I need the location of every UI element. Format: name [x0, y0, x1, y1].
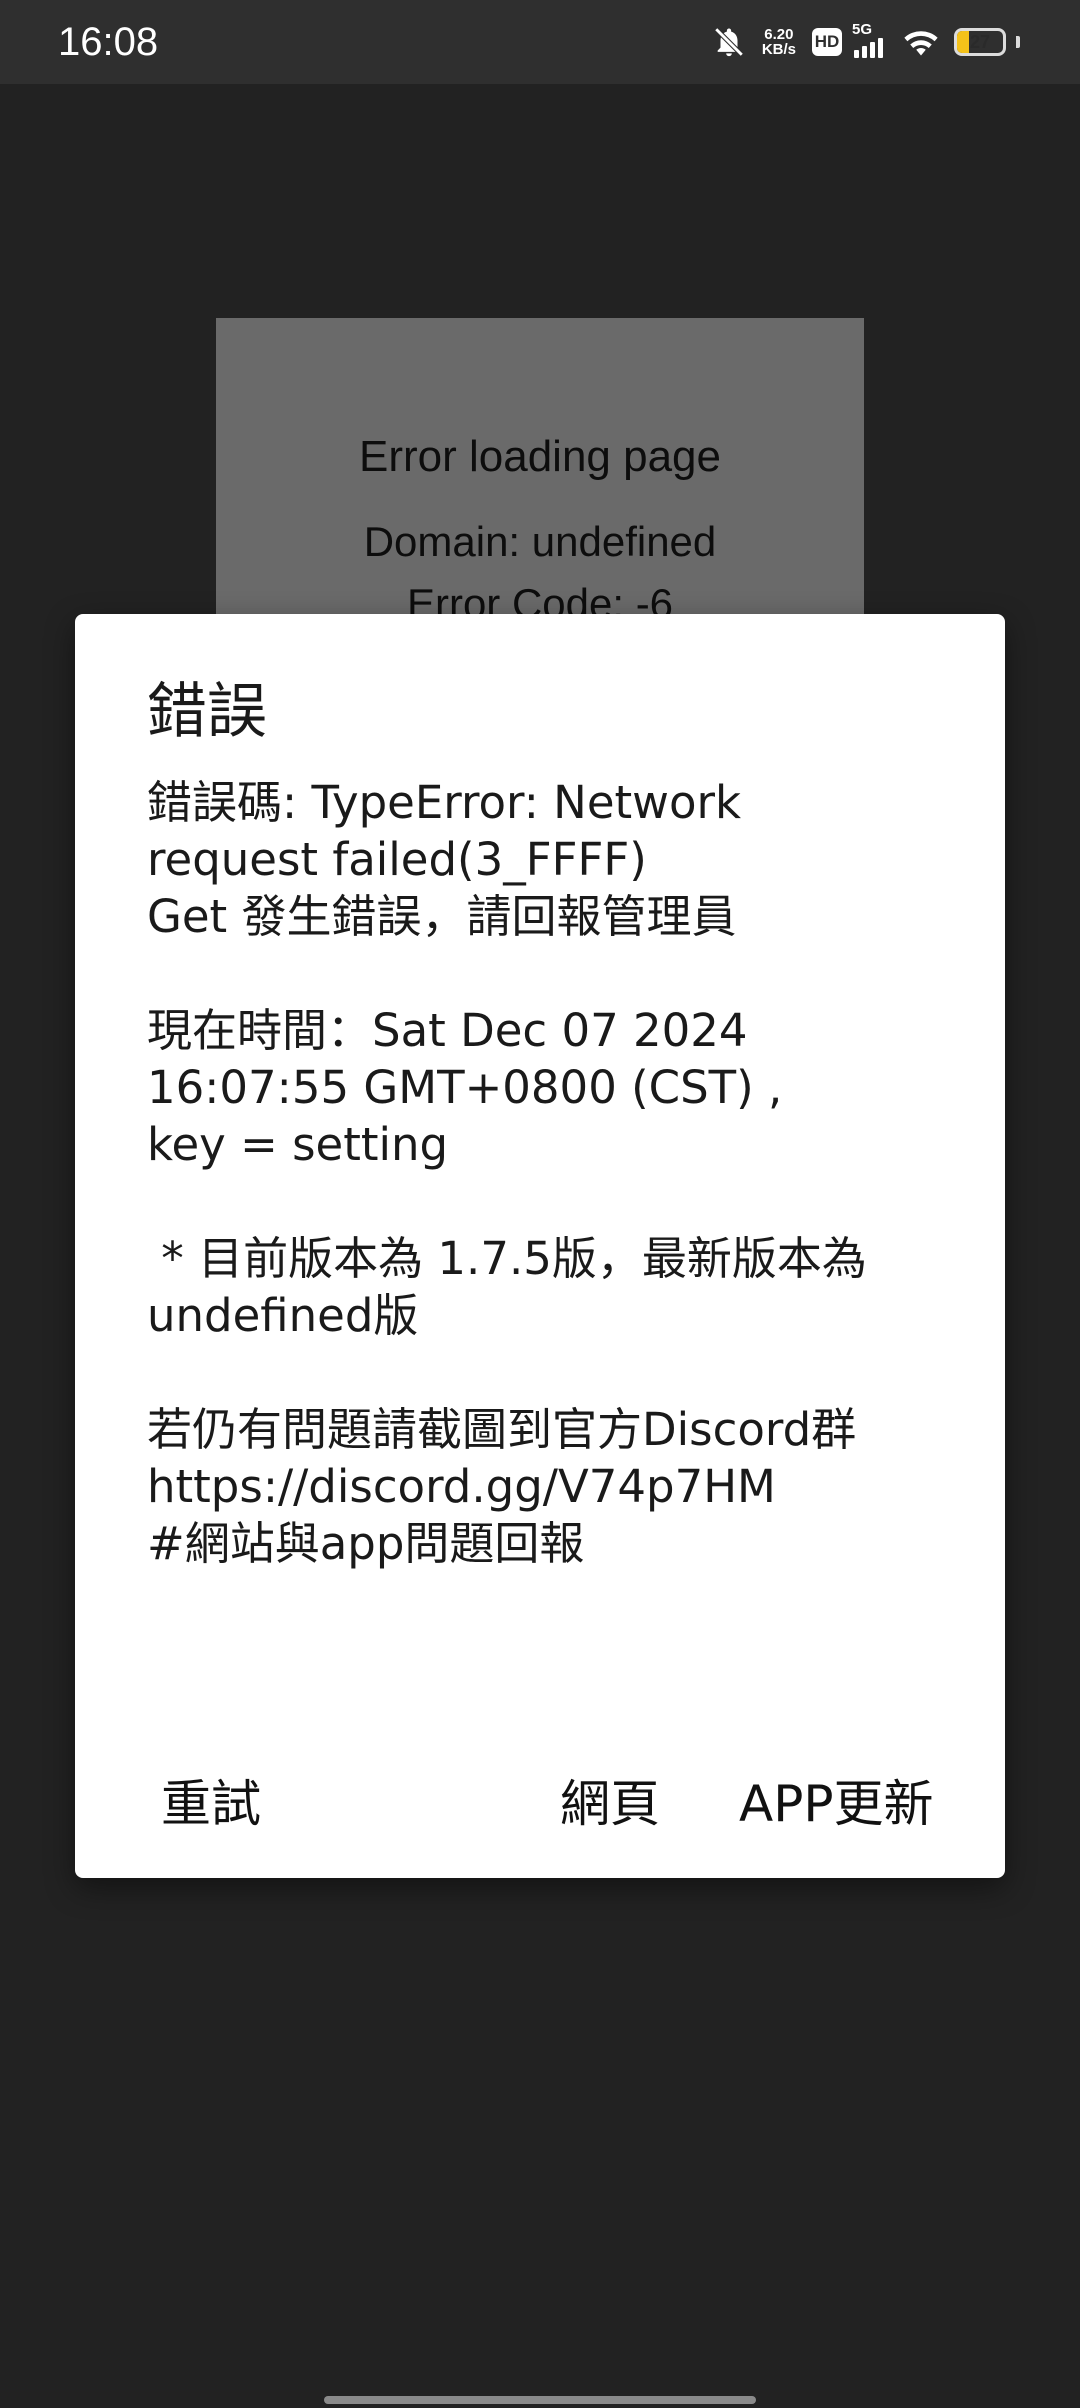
message-line: request failed(3_FFFF): [147, 833, 647, 886]
gesture-nav-handle[interactable]: [324, 2396, 756, 2404]
hd-icon: HD: [812, 28, 842, 56]
message-line: undefined版: [147, 1289, 419, 1342]
message-line: 現在時間：Sat Dec 07 2024: [147, 1004, 748, 1057]
dialog-message: 錯誤碼: TypeError: Network request failed(3…: [147, 774, 947, 1572]
message-line: Get 發生錯誤，請回報管理員: [147, 890, 737, 943]
net-speed: 6.20 KB/s: [762, 27, 796, 57]
net-speed-value: 6.20: [764, 26, 794, 43]
message-line: 錯誤碼: TypeError: Network: [147, 776, 742, 829]
message-line: 16:07:55 GMT+0800 (CST) ,: [147, 1061, 783, 1114]
dialog-actions: 重試 網頁 APP更新: [75, 1754, 1005, 1854]
net-speed-unit: KB/s: [761, 41, 796, 58]
message-line: 若仍有問題請截圖到官方Discord群: [147, 1403, 857, 1456]
wifi-icon: [902, 25, 940, 59]
app-update-button[interactable]: APP更新: [739, 1754, 934, 1854]
message-line: #網站與app問題回報: [147, 1517, 585, 1570]
message-line: * 目前版本為 1.7.5版，最新版本為: [147, 1232, 867, 1285]
retry-button[interactable]: 重試: [161, 1754, 261, 1854]
cellular-signal-icon: 5G: [852, 22, 892, 62]
battery-tip: [1016, 36, 1020, 48]
error-dialog: 錯誤 錯誤碼: TypeError: Network request faile…: [75, 614, 1005, 1878]
status-icons: 6.20 KB/s HD 5G 27: [712, 20, 1020, 64]
status-time: 16:08: [58, 20, 159, 64]
dialog-title: 錯誤: [147, 677, 267, 747]
battery-level: 27: [969, 31, 991, 52]
status-bar: 16:08 6.20 KB/s HD 5G 27: [0, 0, 1080, 84]
web-button[interactable]: 網頁: [560, 1754, 660, 1854]
battery-icon: 27: [954, 28, 1006, 56]
bell-off-icon: [712, 25, 746, 59]
message-line: key = setting: [147, 1118, 449, 1171]
webview-domain: Domain: undefined: [363, 518, 717, 565]
webview-error-title: Error loading page: [358, 432, 721, 481]
message-line: https://discord.gg/V74p7HM: [147, 1460, 776, 1513]
network-type-label: 5G: [852, 21, 873, 38]
